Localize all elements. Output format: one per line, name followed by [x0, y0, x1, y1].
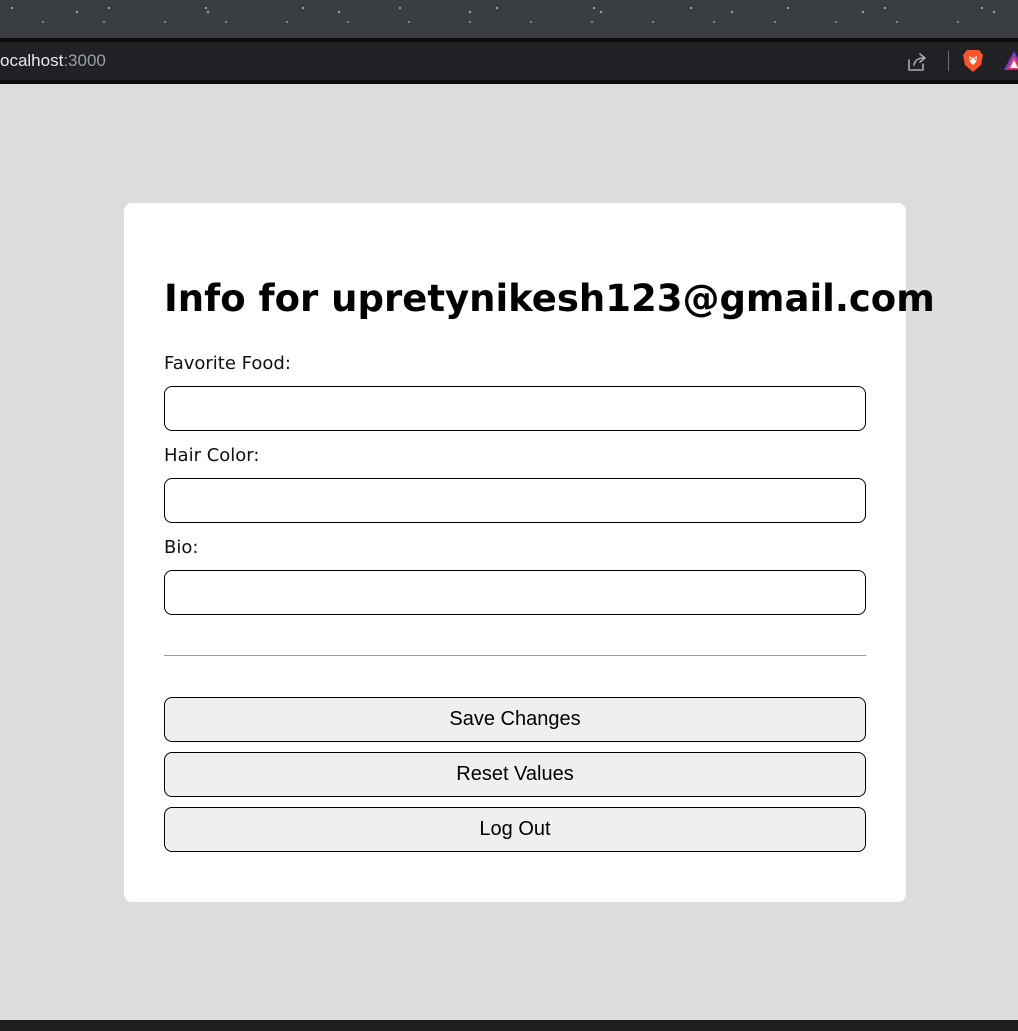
rewards-icon[interactable] — [1003, 50, 1018, 72]
hair-color-input[interactable] — [164, 478, 866, 523]
form-divider — [164, 655, 866, 656]
url-host: ocalhost — [0, 51, 64, 70]
log-out-button[interactable]: Log Out — [164, 807, 866, 852]
favorite-food-label: Favorite Food: — [164, 353, 291, 374]
share-icon[interactable] — [906, 52, 928, 72]
reset-values-button[interactable]: Reset Values — [164, 752, 866, 797]
brave-icon[interactable] — [962, 49, 984, 73]
hair-color-label: Hair Color: — [164, 445, 260, 466]
url-field[interactable]: ocalhost:3000 — [0, 50, 106, 72]
toolbar-separator — [948, 51, 949, 71]
url-port: :3000 — [63, 51, 106, 70]
taskbar-edge — [0, 1020, 1018, 1031]
desktop-wallpaper-strip — [0, 0, 1018, 38]
browser-toolbar-edge — [0, 80, 1018, 84]
save-changes-button[interactable]: Save Changes — [164, 697, 866, 742]
bio-label: Bio: — [164, 537, 199, 558]
favorite-food-input[interactable] — [164, 386, 866, 431]
browser-address-bar — [0, 42, 1018, 80]
page-title: Info for upretynikesh123@gmail.com — [164, 277, 935, 320]
bio-input[interactable] — [164, 570, 866, 615]
